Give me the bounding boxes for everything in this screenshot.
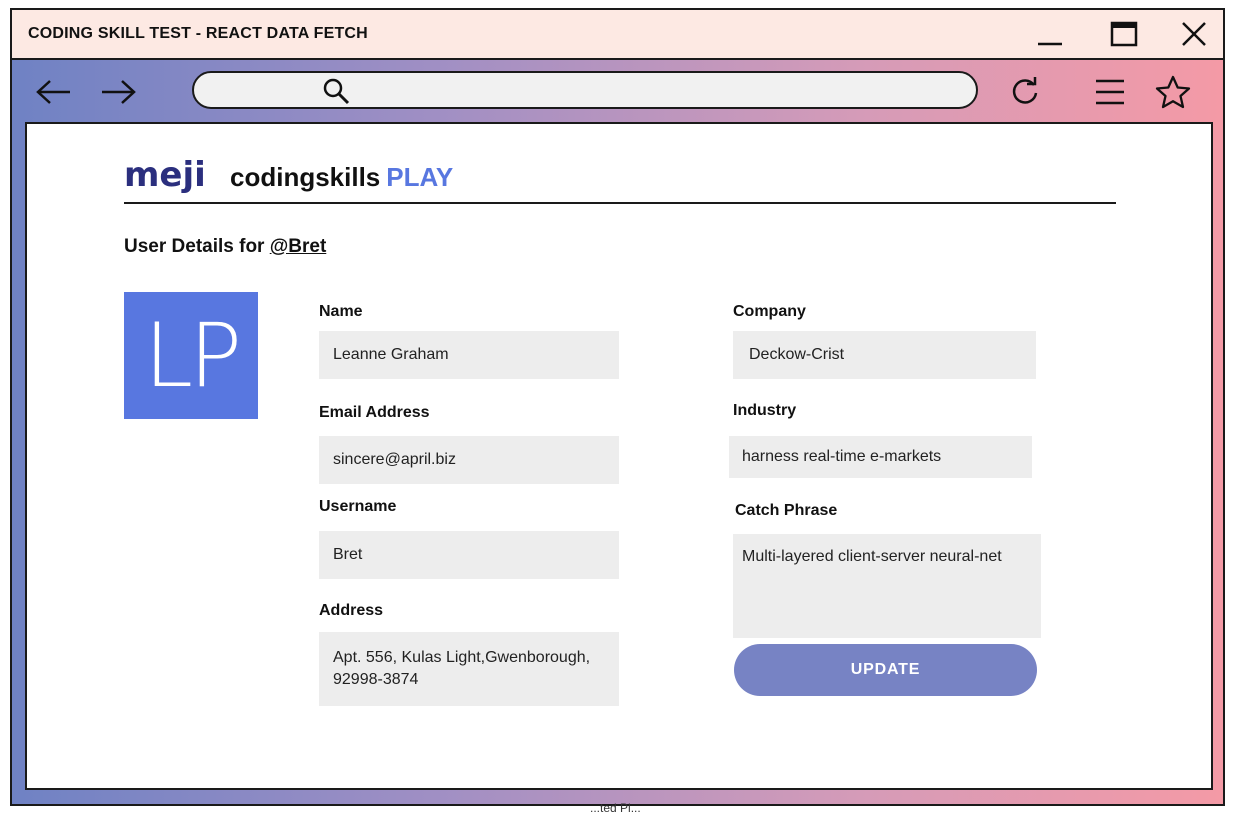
brand-codingskills: codingskills (230, 162, 381, 192)
page-title: User Details for @Bret (124, 236, 326, 258)
industry-field[interactable]: harness real-time e-markets (729, 436, 1032, 478)
minimize-icon[interactable] (1020, 10, 1080, 58)
address-bar[interactable] (192, 71, 978, 109)
catch-phrase-label: Catch Phrase (735, 502, 838, 519)
back-arrow-icon[interactable] (32, 74, 76, 110)
update-button[interactable]: UPDATE (734, 644, 1037, 696)
brand-play: PLAY (386, 162, 454, 192)
title-bar: CODING SKILL TEST - REACT DATA FETCH (12, 10, 1223, 60)
browser-toolbar (12, 60, 1223, 122)
window-title: CODING SKILL TEST - REACT DATA FETCH (28, 25, 368, 42)
name-label: Name (319, 303, 363, 320)
meji-logo: meji (124, 155, 220, 199)
avatar: LP (124, 292, 258, 419)
email-field[interactable]: sincere@april.biz (319, 436, 619, 484)
page-title-prefix: User Details for (124, 236, 265, 257)
star-icon[interactable] (1151, 74, 1195, 110)
catch-phrase-field[interactable]: Multi-layered client-server neural-net (733, 534, 1041, 638)
menu-icon[interactable] (1088, 74, 1132, 110)
company-label: Company (733, 303, 806, 320)
forward-arrow-icon[interactable] (96, 74, 140, 110)
page-header: meji codingskills PLAY (124, 154, 1116, 204)
company-field[interactable]: Deckow-Crist (733, 331, 1036, 379)
footer-partial-text: ...ted Pl... (590, 801, 641, 815)
maximize-icon[interactable] (1094, 10, 1154, 58)
brand-name: codingskills PLAY (230, 162, 453, 193)
close-icon[interactable] (1164, 10, 1223, 58)
search-icon (322, 77, 350, 110)
name-field[interactable]: Leanne Graham (319, 331, 619, 379)
email-label: Email Address (319, 404, 430, 421)
browser-window: CODING SKILL TEST - REACT DATA FETCH mej… (10, 8, 1225, 806)
username-label: Username (319, 498, 397, 515)
svg-text:meji: meji (124, 156, 206, 194)
reload-icon[interactable] (1003, 74, 1047, 110)
page-content: meji codingskills PLAY User Details for @… (25, 122, 1213, 790)
address-field[interactable]: Apt. 556, Kulas Light,Gwenborough, 92998… (319, 632, 619, 706)
username-link[interactable]: @Bret (270, 236, 327, 257)
industry-label: Industry (733, 402, 797, 419)
username-field[interactable]: Bret (319, 531, 619, 579)
address-label: Address (319, 602, 384, 619)
